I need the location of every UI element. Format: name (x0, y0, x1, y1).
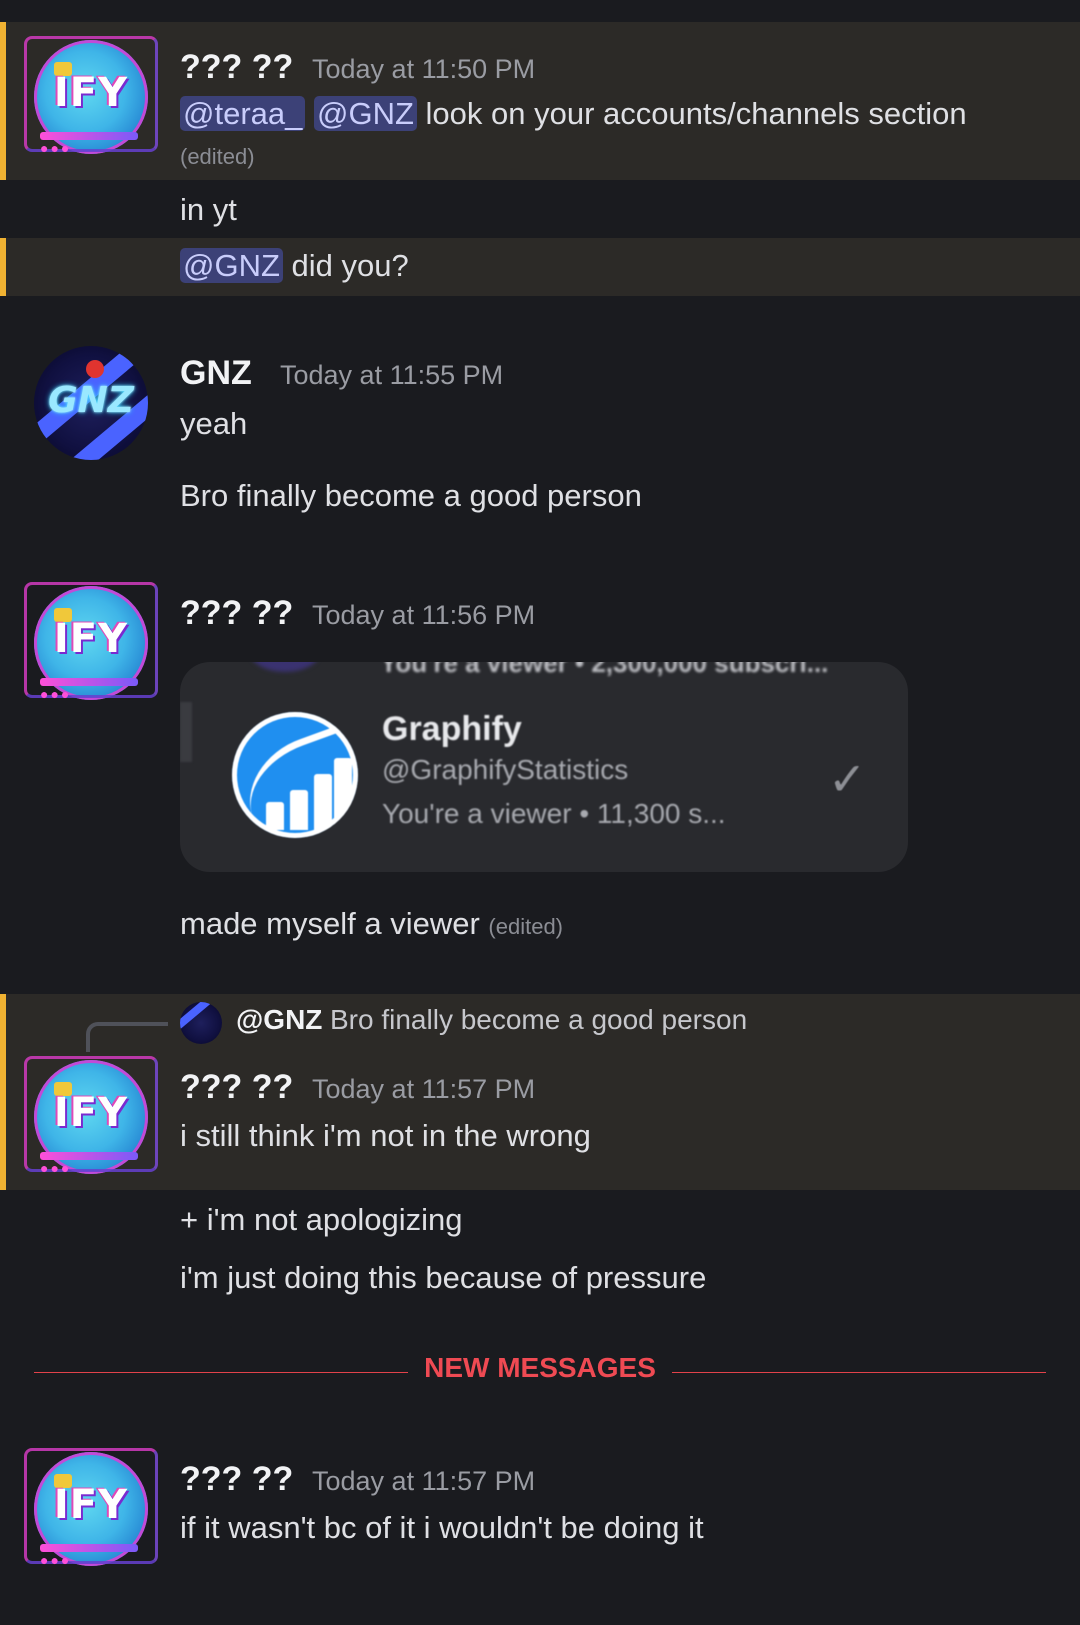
username[interactable]: ??? ?? (180, 1068, 293, 1107)
message-text: in yt (180, 192, 237, 227)
username[interactable]: ??? ?? (180, 594, 293, 633)
user-avatar[interactable]: IFY ●●● (24, 1448, 158, 1568)
reply-username[interactable]: @GNZ (236, 1004, 322, 1036)
mention-highlight (0, 238, 1080, 296)
channel-meta: You're a viewer • 11,300 s... (382, 798, 726, 829)
user-mention[interactable]: @GNZ (180, 248, 283, 283)
user-avatar[interactable]: IFY ●●● (24, 582, 158, 702)
new-messages-divider-line (34, 1372, 408, 1373)
edited-label: (edited) (180, 144, 255, 169)
edited-label: (edited) (488, 914, 563, 939)
message-timestamp: Today at 11:55 PM (280, 360, 504, 390)
message-timestamp: Today at 11:56 PM (312, 600, 536, 630)
reply-preview-text[interactable]: Bro finally become a good person (330, 1004, 747, 1036)
reply-connector (86, 1022, 168, 1052)
reply-avatar (180, 1002, 222, 1044)
message-timestamp: Today at 11:50 PM (312, 54, 536, 84)
username[interactable]: GNZ (180, 354, 252, 393)
new-messages-divider: NEW MESSAGES (424, 1352, 656, 1383)
message-timestamp: Today at 11:57 PM (312, 1466, 536, 1496)
channel-name: Graphify (382, 710, 522, 748)
message-text: Bro finally become a good person (180, 478, 642, 513)
user-avatar[interactable]: GNZ (34, 346, 148, 460)
username[interactable]: ??? ?? (180, 48, 293, 87)
cutoff-text: You're a viewer • 2,300,000 subscri... (380, 662, 829, 678)
message-text: @GNZ did you? (180, 248, 409, 284)
message-timestamp: Today at 11:57 PM (312, 1074, 536, 1104)
image-attachment[interactable]: You're a viewer • 2,300,000 subscri... G… (180, 662, 908, 872)
message-text: i still think i'm not in the wrong (180, 1118, 591, 1153)
user-avatar[interactable]: IFY ●●● (24, 1056, 158, 1176)
username[interactable]: ??? ?? (180, 1460, 293, 1499)
checkmark-icon: ✓ (828, 753, 867, 805)
message-text: if it wasn't bc of it i wouldn't be doin… (180, 1510, 704, 1545)
character-icon (86, 360, 104, 378)
message-text: i'm just doing this because of pressure (180, 1260, 707, 1295)
message-text: yeah (180, 406, 248, 441)
new-messages-divider-line (672, 1372, 1046, 1373)
message-text: made myself a viewer (edited) (180, 906, 563, 941)
message-text: @teraa_ @GNZ look on your accounts/chann… (180, 96, 967, 132)
message-text: + i'm not apologizing (180, 1202, 463, 1237)
chat-message-list[interactable]: IFY ●●● ??? ?? Today at 11:50 PM @teraa_… (0, 0, 1080, 1625)
user-mention[interactable]: @GNZ (314, 96, 417, 131)
channel-handle: @GraphifyStatistics (382, 754, 629, 785)
user-mention[interactable]: @teraa_ (180, 96, 306, 131)
user-avatar[interactable]: IFY ●●● (24, 36, 158, 156)
channel-logo-icon (232, 712, 358, 838)
